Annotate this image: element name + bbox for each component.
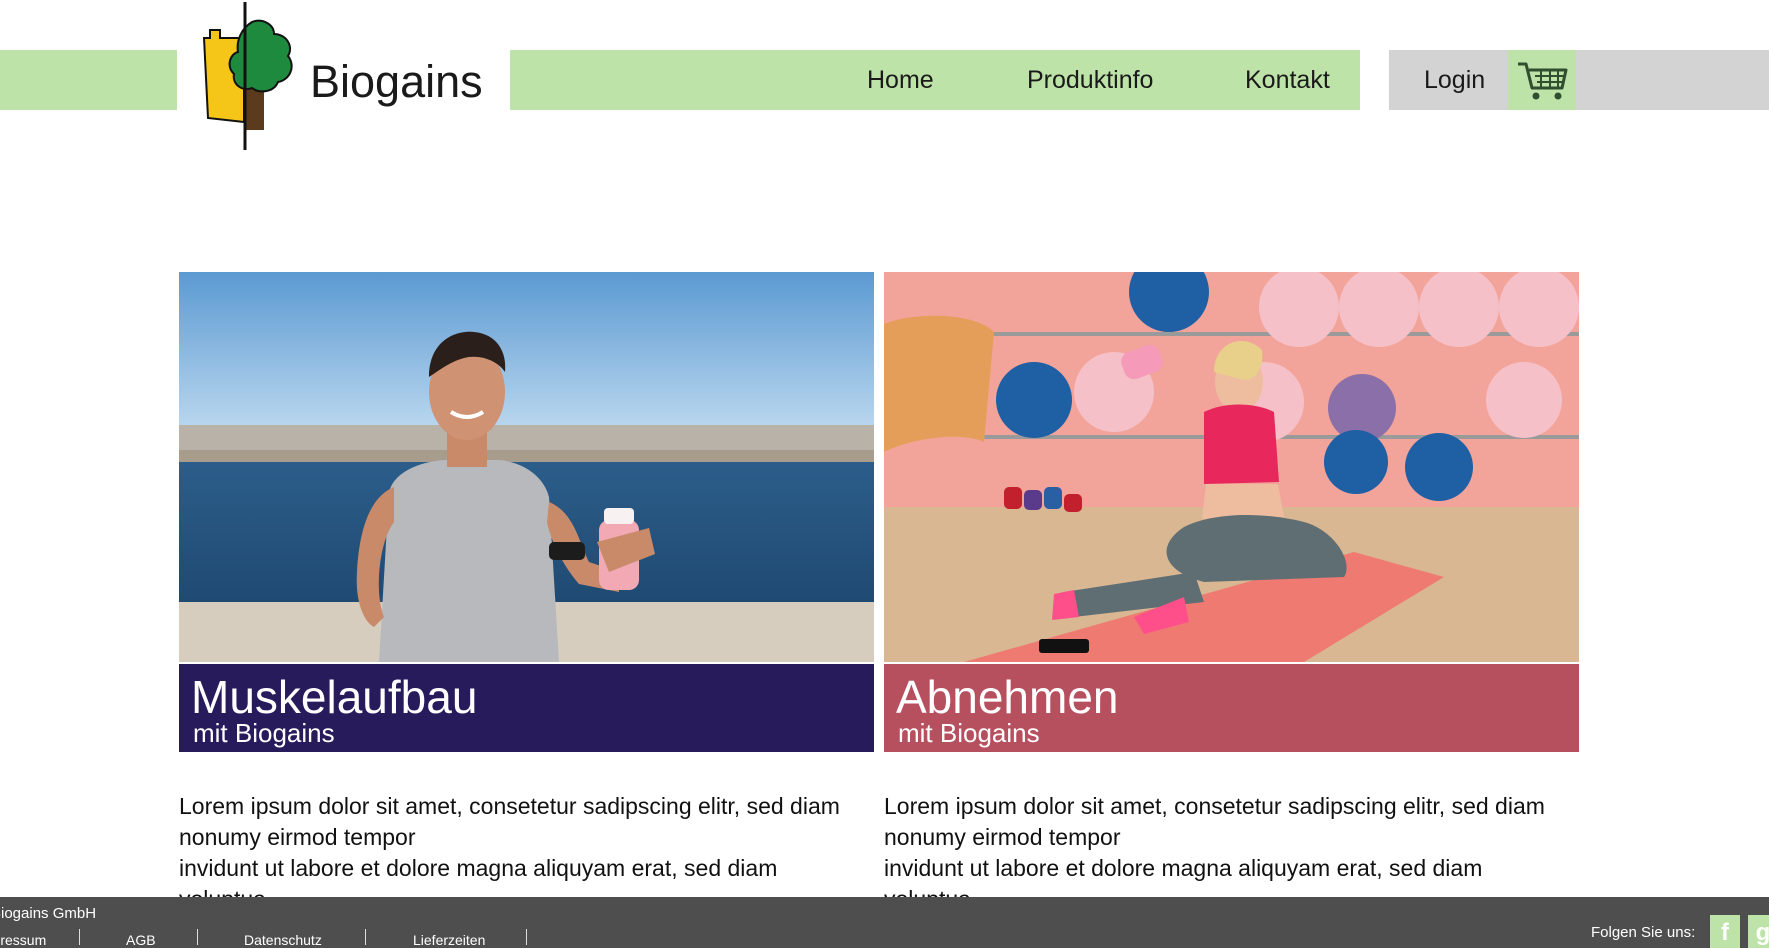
card-abnehmen[interactable]: Abnehmen mit Biogains — [884, 272, 1579, 752]
card-title: Muskelaufbau — [191, 671, 478, 723]
card-title: Abnehmen — [896, 671, 1119, 723]
text-line: nonumy eirmod tempor — [884, 824, 1121, 850]
text-line: nonumy eirmod tempor — [179, 824, 416, 850]
company-name: Biogains GmbH — [0, 905, 97, 922]
facebook-icon[interactable]: f — [1710, 915, 1740, 948]
follow-label: Folgen Sie uns: — [1591, 924, 1696, 941]
footer-link-impressum[interactable]: Impressum — [0, 932, 46, 948]
footer-link-lieferzeiten[interactable]: Lieferzeiten — [413, 932, 485, 948]
card-subtitle: mit Biogains — [193, 718, 335, 748]
fitness-photo-woman — [884, 272, 1579, 662]
brand-logo[interactable]: Biogains — [196, 0, 496, 155]
fitness-photo-man — [179, 272, 874, 662]
tree-logo-icon — [202, 2, 293, 150]
brand-name: Biogains — [310, 56, 483, 107]
nav-item-kontakt[interactable]: Kontakt — [1245, 50, 1330, 110]
footer: Biogains GmbH Impressum AGB Datenschutz … — [0, 897, 1769, 948]
cart-button[interactable] — [1508, 50, 1576, 110]
shopping-cart-icon — [1518, 62, 1568, 100]
footer-separator — [526, 929, 527, 945]
text-line: invidunt ut labore et dolore magna aliqu… — [884, 855, 1483, 881]
footer-separator — [365, 929, 366, 945]
text-line: invidunt ut labore et dolore magna aliqu… — [179, 855, 778, 881]
footer-link-agb[interactable]: AGB — [126, 932, 156, 948]
nav-item-home[interactable]: Home — [867, 50, 934, 110]
account-area: Login — [1389, 50, 1769, 110]
nav-item-produktinfo[interactable]: Produktinfo — [1027, 50, 1153, 110]
card-muskelaufbau[interactable]: Muskelaufbau mit Biogains — [179, 272, 874, 752]
footer-link-datenschutz[interactable]: Datenschutz — [244, 932, 322, 948]
card-subtitle: mit Biogains — [898, 718, 1040, 748]
footer-separator — [79, 929, 80, 945]
text-line: Lorem ipsum dolor sit amet, consetetur s… — [179, 793, 840, 819]
text-line: Lorem ipsum dolor sit amet, consetetur s… — [884, 793, 1545, 819]
caption-banner: Abnehmen mit Biogains — [884, 664, 1579, 752]
google-plus-icon[interactable]: g — [1748, 915, 1769, 948]
caption-banner: Muskelaufbau mit Biogains — [179, 664, 874, 752]
header-band-left — [0, 50, 177, 110]
login-link[interactable]: Login — [1424, 50, 1485, 110]
footer-separator — [197, 929, 198, 945]
main-nav: Home Produktinfo Kontakt — [510, 50, 1360, 110]
